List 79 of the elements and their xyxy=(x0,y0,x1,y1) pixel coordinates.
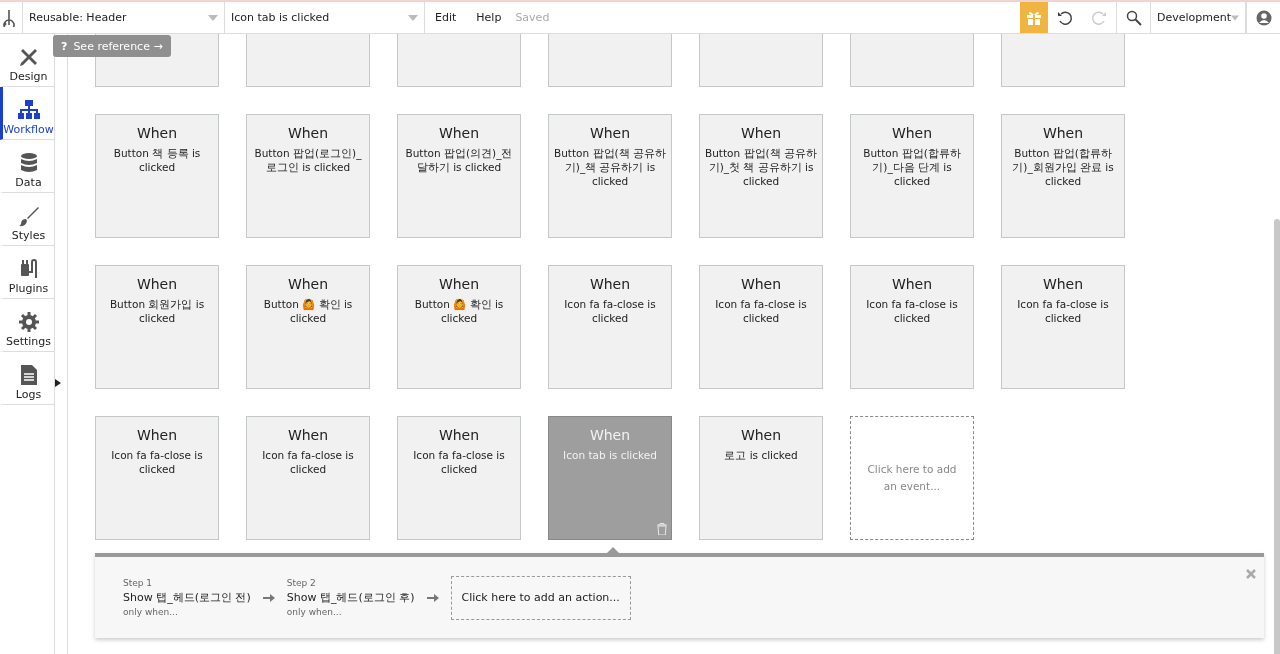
event-card[interactable]: When Button 팝업(합류하기)_회원가입 완료 is clicked xyxy=(1001,114,1125,238)
card-title: When xyxy=(740,427,782,443)
event-card[interactable]: When Icon fa fa-close is clicked xyxy=(548,265,672,389)
environment-dropdown[interactable]: Development xyxy=(1150,2,1246,33)
card-title: When xyxy=(136,427,178,443)
database-icon xyxy=(18,152,39,174)
trigger-text: Button 🙆 확인 is clicked xyxy=(262,297,354,325)
trigger-text: Button 책 등록 is clicked xyxy=(112,146,202,174)
caret-icon xyxy=(408,14,418,21)
card-title: When xyxy=(1042,125,1084,141)
trigger-text: Button 팝업(로그인)_로그인 is clicked xyxy=(253,146,363,174)
trigger-text: Button 회원가입 is clicked xyxy=(108,297,206,325)
trash-icon[interactable] xyxy=(657,523,667,535)
event-card[interactable]: When Button 팝업(책 공유하기)_첫 책 공유하기 is clicked xyxy=(699,114,823,238)
trigger-text: Icon fa fa-close is clicked xyxy=(1016,297,1110,325)
event-card[interactable]: When 로고 is clicked xyxy=(699,416,823,540)
event-card[interactable]: When Button 팝업(책 공유하기)_책 공유하기 is clicked xyxy=(548,114,672,238)
workflow-icon xyxy=(16,99,41,121)
expand-arrow-icon[interactable] xyxy=(55,379,61,387)
event-card[interactable]: When Button 🙆 확인 is clicked xyxy=(246,265,370,389)
event-card[interactable]: When Icon fa fa-close is clicked xyxy=(699,265,823,389)
menu-item[interactable]: Help xyxy=(466,2,512,33)
event-card[interactable]: When Icon fa fa-close is clicked xyxy=(850,265,974,389)
trigger-text: Icon fa fa-close is clicked xyxy=(412,448,506,476)
trigger-text: Button 팝업(합류하기)_회원가입 완료 is clicked xyxy=(1011,146,1115,188)
trigger-text: Icon fa fa-close is clicked xyxy=(865,297,959,325)
event-card[interactable]: When Icon fa fa-close is clicked xyxy=(397,416,521,540)
trigger-text: Icon tab is clicked xyxy=(563,448,657,462)
card-title: When xyxy=(740,125,782,141)
trigger-text: Icon fa fa-close is clicked xyxy=(563,297,657,325)
event-card[interactable]: When Button 책 등록 is clicked xyxy=(95,114,219,238)
sidebar-item[interactable]: Workflow xyxy=(0,87,54,140)
scrollbar[interactable] xyxy=(1274,219,1280,654)
pencil-ruler-icon xyxy=(17,46,40,68)
event-card[interactable]: When Button 팝업(의견)_전달하기 is clicked xyxy=(397,114,521,238)
card-title: When xyxy=(589,276,631,292)
event-card[interactable]: When Icon fa fa-close is clicked xyxy=(1001,265,1125,389)
event-card[interactable]: When Icon fa fa-close is clicked xyxy=(95,416,219,540)
event-card[interactable]: When Button 🙆 확인 is clicked xyxy=(397,265,521,389)
card-title: When xyxy=(1042,276,1084,292)
event-card[interactable]: When Button 팝업(합류하기)_다음 단계 is clicked xyxy=(850,114,974,238)
card-title: When xyxy=(891,276,933,292)
card-title: When xyxy=(287,427,329,443)
card-title: When xyxy=(438,427,480,443)
trigger-text: Button 팝업(책 공유하기)_책 공유하기 is clicked xyxy=(553,146,667,188)
action-step[interactable]: Step 1 Show 탭_헤드(로그인 전) only when... xyxy=(123,578,251,617)
card-title: When xyxy=(891,125,933,141)
document-icon xyxy=(19,364,38,386)
card-title: When xyxy=(136,125,178,141)
save-status: Saved xyxy=(514,11,551,24)
trigger-text: Button 🙆 확인 is clicked xyxy=(413,297,505,325)
trigger-text: Button 팝업(의견)_전달하기 is clicked xyxy=(404,146,514,174)
menu-item[interactable]: Edit xyxy=(425,2,467,33)
card-title: When xyxy=(136,276,178,292)
card-title: When xyxy=(589,427,631,443)
event-card[interactable]: When Button 팝업(로그인)_로그인 is clicked xyxy=(246,114,370,238)
action-step[interactable]: Step 2 Show 탭_헤드(로그인 후) only when... xyxy=(286,578,415,617)
trigger-text: Button 팝업(책 공유하기)_첫 책 공유하기 is clicked xyxy=(704,146,818,188)
trigger-text: Button 팝업(합류하기)_다음 단계 is clicked xyxy=(862,146,962,188)
trigger-text: Icon fa fa-close is clicked xyxy=(110,448,204,476)
event-card[interactable]: When Button 회원가입 is clicked xyxy=(95,265,219,389)
arrow-icon xyxy=(426,591,439,604)
brush-icon xyxy=(17,205,40,227)
caret-icon xyxy=(208,14,218,21)
add-action-button[interactable]: Click here to add an action... xyxy=(450,575,631,620)
trigger-text: Icon fa fa-close is clicked xyxy=(261,448,355,476)
caret-icon xyxy=(1231,14,1239,21)
event-card[interactable]: When Icon fa fa-close is clicked xyxy=(246,416,370,540)
arrow-icon xyxy=(262,591,275,604)
gear-icon xyxy=(17,311,40,333)
card-title: When xyxy=(287,276,329,292)
card-title: When xyxy=(589,125,631,141)
card-title: When xyxy=(438,125,480,141)
card-title: When xyxy=(740,276,782,292)
add-event-button[interactable]: Click here to add an event... xyxy=(850,416,974,540)
trigger-text: 로고 is clicked xyxy=(724,448,798,462)
card-title: When xyxy=(438,276,480,292)
trigger-text: Icon fa fa-close is clicked xyxy=(714,297,808,325)
card-title: When xyxy=(287,125,329,141)
